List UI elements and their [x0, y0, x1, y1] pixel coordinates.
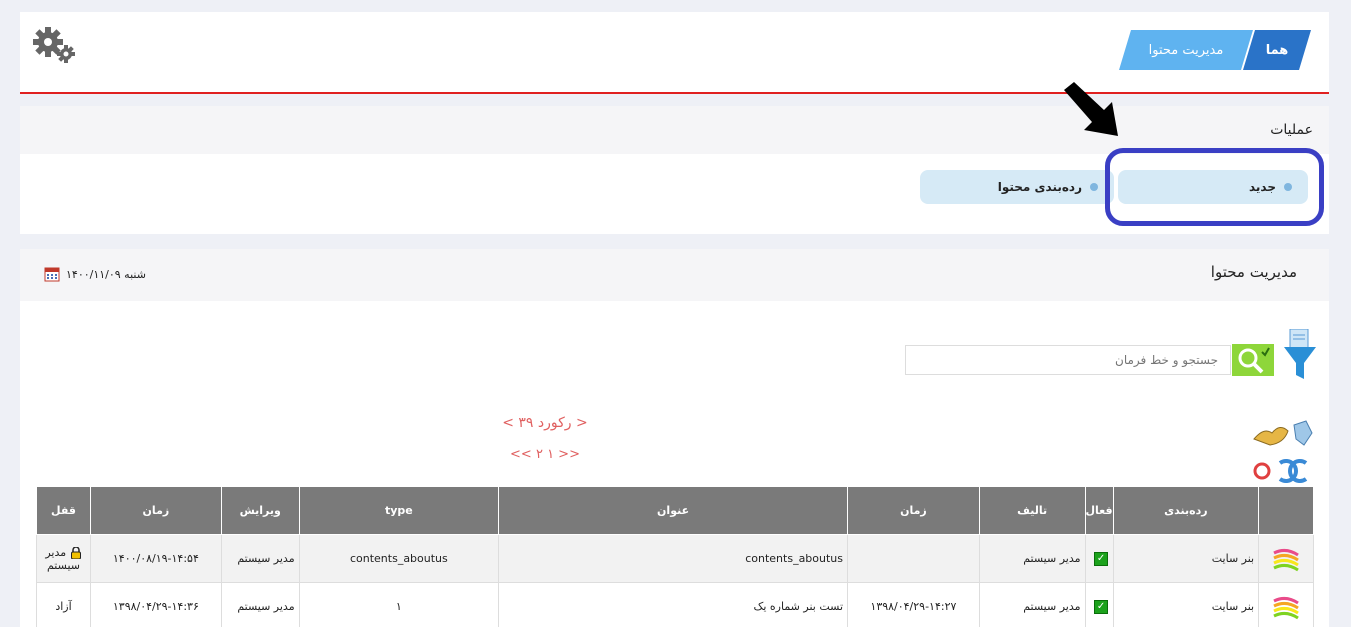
col-category[interactable]: رده‌بندی — [1112, 486, 1260, 535]
row-active: ✓ — [1084, 582, 1114, 627]
record-count: < ۳۹ رکورد > — [502, 415, 588, 431]
row-editor: مدیر سیستم — [220, 582, 300, 627]
filter-icon[interactable] — [1284, 329, 1316, 381]
col-icon — [1258, 486, 1314, 535]
highlight-box — [1105, 148, 1324, 226]
calendar-icon[interactable] — [44, 266, 60, 282]
operations-title: عملیات — [20, 106, 1329, 154]
row-type: contents_aboutus — [298, 534, 500, 583]
row-author: مدیر سیستم — [978, 534, 1086, 583]
date-text: شنبه ۱۴۰۰/۱۱/۰۹ — [66, 267, 146, 281]
row-edit-time: ۱۴۰۰/۰۸/۱۹-۱۴:۵۴ — [89, 534, 222, 583]
table-row[interactable]: بنر سایت ✓ مدیر سیستم ۱۳۹۸/۰۴/۲۹-۱۴:۲۷ ت… — [36, 582, 1314, 627]
content-category-button[interactable]: رده‌بندی محتوا — [920, 170, 1114, 204]
row-edit-time: ۱۳۹۸/۰۴/۲۹-۱۴:۳۶ — [89, 582, 222, 627]
pagination[interactable]: << ۲ ۱ >> — [500, 447, 590, 462]
date-display: شنبه ۱۴۰۰/۱۱/۰۹ — [44, 266, 146, 282]
gear-icon[interactable] — [32, 26, 78, 66]
row-time: ۱۳۹۸/۰۴/۲۹-۱۴:۲۷ — [847, 582, 980, 627]
row-icon-cell — [1258, 582, 1314, 627]
content-table: رده‌بندی فعال تالیف زمان عنوان type ویرا… — [36, 486, 1314, 627]
breadcrumb: هما مدیریت محتوا — [1119, 30, 1311, 70]
col-type[interactable]: type — [298, 486, 500, 535]
content-header: مدیریت محتوا شنبه ۱۴۰۰/۱۱/۰۹ — [20, 249, 1329, 301]
col-editor[interactable]: ویرایش — [220, 486, 300, 535]
row-active: ✓ — [1084, 534, 1114, 583]
row-category: بنر سایت — [1112, 582, 1260, 627]
row-title[interactable]: تست بنر شماره یک — [498, 582, 849, 627]
banner-icon — [1273, 548, 1299, 571]
breadcrumb-content-management[interactable]: مدیریت محتوا — [1119, 30, 1253, 70]
content-category-label: رده‌بندی محتوا — [997, 180, 1082, 194]
col-time[interactable]: زمان — [847, 486, 980, 535]
row-author: مدیر سیستم — [978, 582, 1086, 627]
col-author[interactable]: تالیف — [978, 486, 1086, 535]
search-button[interactable] — [1232, 344, 1274, 376]
row-time — [847, 534, 980, 583]
row-type: ۱ — [298, 582, 500, 627]
search-input[interactable] — [905, 345, 1231, 375]
row-title[interactable]: contents_aboutus — [498, 534, 849, 583]
bullet-icon — [1090, 183, 1098, 191]
row-category: بنر سایت — [1112, 534, 1260, 583]
arrow-pointer-icon — [1064, 82, 1118, 136]
table-header-row: رده‌بندی فعال تالیف زمان عنوان type ویرا… — [36, 486, 1314, 535]
toolbar-icons[interactable] — [1250, 419, 1316, 485]
breadcrumb-home[interactable]: هما — [1243, 30, 1311, 70]
banner-icon — [1273, 596, 1299, 619]
table-row[interactable]: بنر سایت ✓ مدیر سیستم contents_aboutus c… — [36, 534, 1314, 583]
search-icon — [1238, 347, 1270, 374]
page-header: هما مدیریت محتوا — [20, 12, 1329, 94]
content-title: مدیریت محتوا — [1210, 263, 1297, 281]
col-title[interactable]: عنوان — [498, 486, 849, 535]
content-panel: مدیریت محتوا شنبه ۱۴۰۰/۱۱/۰۹ < ۳۹ رکورد — [20, 249, 1329, 627]
lock-icon — [70, 546, 81, 559]
active-check-icon[interactable]: ✓ — [1094, 551, 1109, 566]
row-lock[interactable]: مدیر سیستم — [36, 534, 91, 583]
col-edit-time[interactable]: زمان — [89, 486, 222, 535]
col-lock[interactable]: قفل — [36, 486, 91, 535]
active-check-icon[interactable]: ✓ — [1094, 599, 1109, 614]
row-editor: مدیر سیستم — [220, 534, 300, 583]
col-active[interactable]: فعال — [1084, 486, 1114, 535]
row-icon-cell — [1258, 534, 1314, 583]
row-lock[interactable]: آزاد — [36, 582, 91, 627]
